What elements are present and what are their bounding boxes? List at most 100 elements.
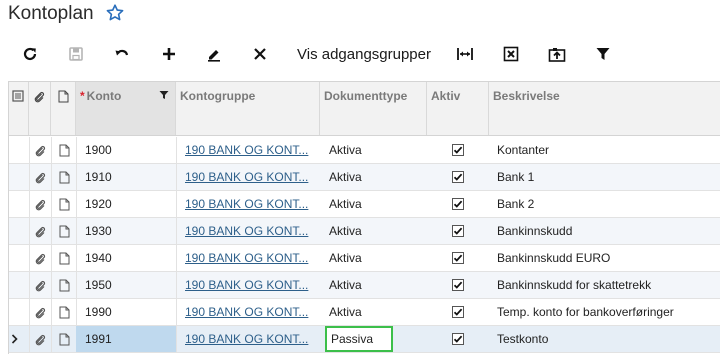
cell-dokumenttype[interactable]: Aktiva — [329, 245, 424, 271]
aktiv-checkbox[interactable] — [452, 171, 464, 183]
save-button[interactable] — [64, 36, 88, 72]
cell-kontogruppe-link[interactable]: 190 BANK OG KONT... — [185, 137, 313, 163]
checkmark-icon — [453, 173, 463, 181]
note-icon[interactable] — [59, 198, 70, 211]
cell-beskrivelse[interactable]: Bank 2 — [497, 191, 719, 217]
paperclip-icon[interactable] — [34, 198, 46, 211]
cell-konto[interactable]: 1990 — [76, 299, 176, 325]
column-header-dokumenttype[interactable]: Dokumenttype — [320, 82, 427, 135]
cell-kontogruppe-link[interactable]: 190 BANK OG KONT... — [185, 218, 313, 244]
cell-beskrivelse[interactable]: Bankinnskudd for skattetrekk — [497, 272, 719, 298]
cell-dokumenttype[interactable]: Aktiva — [329, 218, 424, 244]
add-button[interactable] — [157, 36, 181, 72]
cell-beskrivelse[interactable]: Bankinnskudd — [497, 218, 719, 244]
checkmark-icon — [453, 200, 463, 208]
cell-kontogruppe-link[interactable]: 190 BANK OG KONT... — [185, 191, 313, 217]
cell-kontogruppe-link[interactable]: 190 BANK OG KONT... — [185, 299, 313, 325]
header-note[interactable] — [51, 82, 76, 135]
required-marker: * — [80, 89, 85, 103]
note-icon[interactable] — [59, 279, 70, 292]
edit-icon — [208, 50, 220, 62]
undo-button[interactable] — [110, 36, 134, 72]
delete-icon — [254, 48, 266, 60]
paperclip-icon[interactable] — [34, 306, 46, 319]
table-row[interactable]: 1940 190 BANK OG KONT... Aktiva Bankinnskud… — [9, 245, 720, 272]
cell-konto[interactable]: 1991 — [76, 326, 176, 352]
cell-konto[interactable]: 1900 — [76, 137, 176, 163]
aktiv-checkbox[interactable] — [452, 198, 464, 210]
cell-dokumenttype[interactable]: Aktiva — [329, 272, 424, 298]
note-icon — [58, 90, 69, 103]
note-icon[interactable] — [59, 252, 70, 265]
filter-icon — [596, 48, 610, 60]
aktiv-checkbox[interactable] — [452, 225, 464, 237]
paperclip-icon[interactable] — [34, 252, 46, 265]
aktiv-checkbox[interactable] — [452, 306, 464, 318]
filter-button[interactable] — [591, 36, 615, 72]
page-title: Kontoplan — [8, 3, 94, 24]
cell-dokumenttype[interactable]: Aktiva — [329, 137, 424, 163]
fit-column-button[interactable] — [453, 36, 477, 72]
note-icon[interactable] — [59, 171, 70, 184]
table-row[interactable]: 1910 190 BANK OG KONT... Aktiva Bank 1 — [9, 164, 720, 191]
paperclip-icon[interactable] — [34, 279, 46, 292]
fit-column-icon — [457, 48, 473, 60]
cell-kontogruppe-link[interactable]: 190 BANK OG KONT... — [185, 164, 313, 190]
aktiv-checkbox[interactable] — [452, 333, 464, 345]
column-header-konto[interactable]: * Konto — [76, 82, 176, 135]
cell-beskrivelse[interactable]: Bankinnskudd EURO — [497, 245, 719, 271]
column-header-aktiv[interactable]: Aktiv — [427, 82, 489, 135]
note-icon[interactable] — [59, 333, 70, 346]
table-row[interactable]: 1990 190 BANK OG KONT... Aktiva Temp. konto… — [9, 299, 720, 326]
aktiv-checkbox[interactable] — [452, 252, 464, 264]
column-header-beskrivelse[interactable]: Beskrivelse — [489, 82, 720, 135]
delete-button[interactable] — [248, 36, 272, 72]
vis-adgangsgrupper-button[interactable]: Vis adgangsgrupper — [296, 36, 432, 72]
export-excel-button[interactable] — [499, 36, 523, 72]
table-row[interactable]: 1950 190 BANK OG KONT... Aktiva Bankinnskud… — [9, 272, 720, 299]
column-header-kontogruppe[interactable]: Kontogruppe — [176, 82, 320, 135]
cell-kontogruppe-link[interactable]: 190 BANK OG KONT... — [185, 245, 313, 271]
header-attachment[interactable] — [29, 82, 51, 135]
table-row[interactable]: 1930 190 BANK OG KONT... Aktiva Bankinnskud… — [9, 218, 720, 245]
paperclip-icon[interactable] — [34, 225, 46, 238]
paperclip-icon[interactable] — [34, 171, 46, 184]
cell-kontogruppe-link[interactable]: 190 BANK OG KONT... — [185, 326, 313, 352]
aktiv-checkbox[interactable] — [452, 144, 464, 156]
table-row[interactable]: 1991 190 BANK OG KONT... Passiva Testkonto — [9, 326, 720, 353]
export-excel-icon — [503, 46, 519, 62]
cell-beskrivelse[interactable]: Testkonto — [497, 326, 719, 352]
table-row[interactable]: 1920 190 BANK OG KONT... Aktiva Bank 2 — [9, 191, 720, 218]
save-icon — [69, 47, 83, 61]
refresh-icon — [23, 47, 37, 61]
cell-konto[interactable]: 1910 — [76, 164, 176, 190]
cell-dokumenttype[interactable]: Aktiva — [329, 164, 424, 190]
cell-konto[interactable]: 1940 — [76, 245, 176, 271]
header-row-menu[interactable] — [9, 82, 29, 135]
note-icon[interactable] — [59, 144, 70, 157]
table-row[interactable]: 1900 190 BANK OG KONT... Aktiva Kontanter — [9, 137, 720, 164]
cell-konto[interactable]: 1930 — [76, 218, 176, 244]
paperclip-icon[interactable] — [34, 333, 46, 346]
vis-adgangsgrupper-label: Vis adgangsgrupper — [297, 45, 431, 63]
cell-konto[interactable]: 1920 — [76, 191, 176, 217]
column-filter-icon[interactable] — [159, 90, 169, 100]
cell-beskrivelse[interactable]: Bank 1 — [497, 164, 719, 190]
cell-dokumenttype[interactable]: Aktiva — [329, 299, 424, 325]
cell-beskrivelse[interactable]: Kontanter — [497, 137, 719, 163]
note-icon[interactable] — [59, 306, 70, 319]
cell-kontogruppe-link[interactable]: 190 BANK OG KONT... — [185, 272, 313, 298]
star-outline-icon[interactable] — [105, 3, 125, 23]
cell-dokumenttype[interactable]: Aktiva — [329, 191, 424, 217]
cell-dokumenttype-editor[interactable]: Passiva — [325, 326, 393, 352]
cell-beskrivelse[interactable]: Temp. konto for bankoverføringer — [497, 299, 719, 325]
refresh-button[interactable] — [18, 36, 42, 72]
edit-button[interactable] — [202, 36, 226, 72]
accounts-grid: * Konto Kontogruppe Dokumenttype Aktiv Be… — [8, 81, 720, 354]
upload-button[interactable] — [545, 36, 569, 72]
note-icon[interactable] — [59, 225, 70, 238]
cell-konto[interactable]: 1950 — [76, 272, 176, 298]
paperclip-icon — [34, 91, 45, 103]
paperclip-icon[interactable] — [34, 144, 46, 157]
aktiv-checkbox[interactable] — [452, 279, 464, 291]
